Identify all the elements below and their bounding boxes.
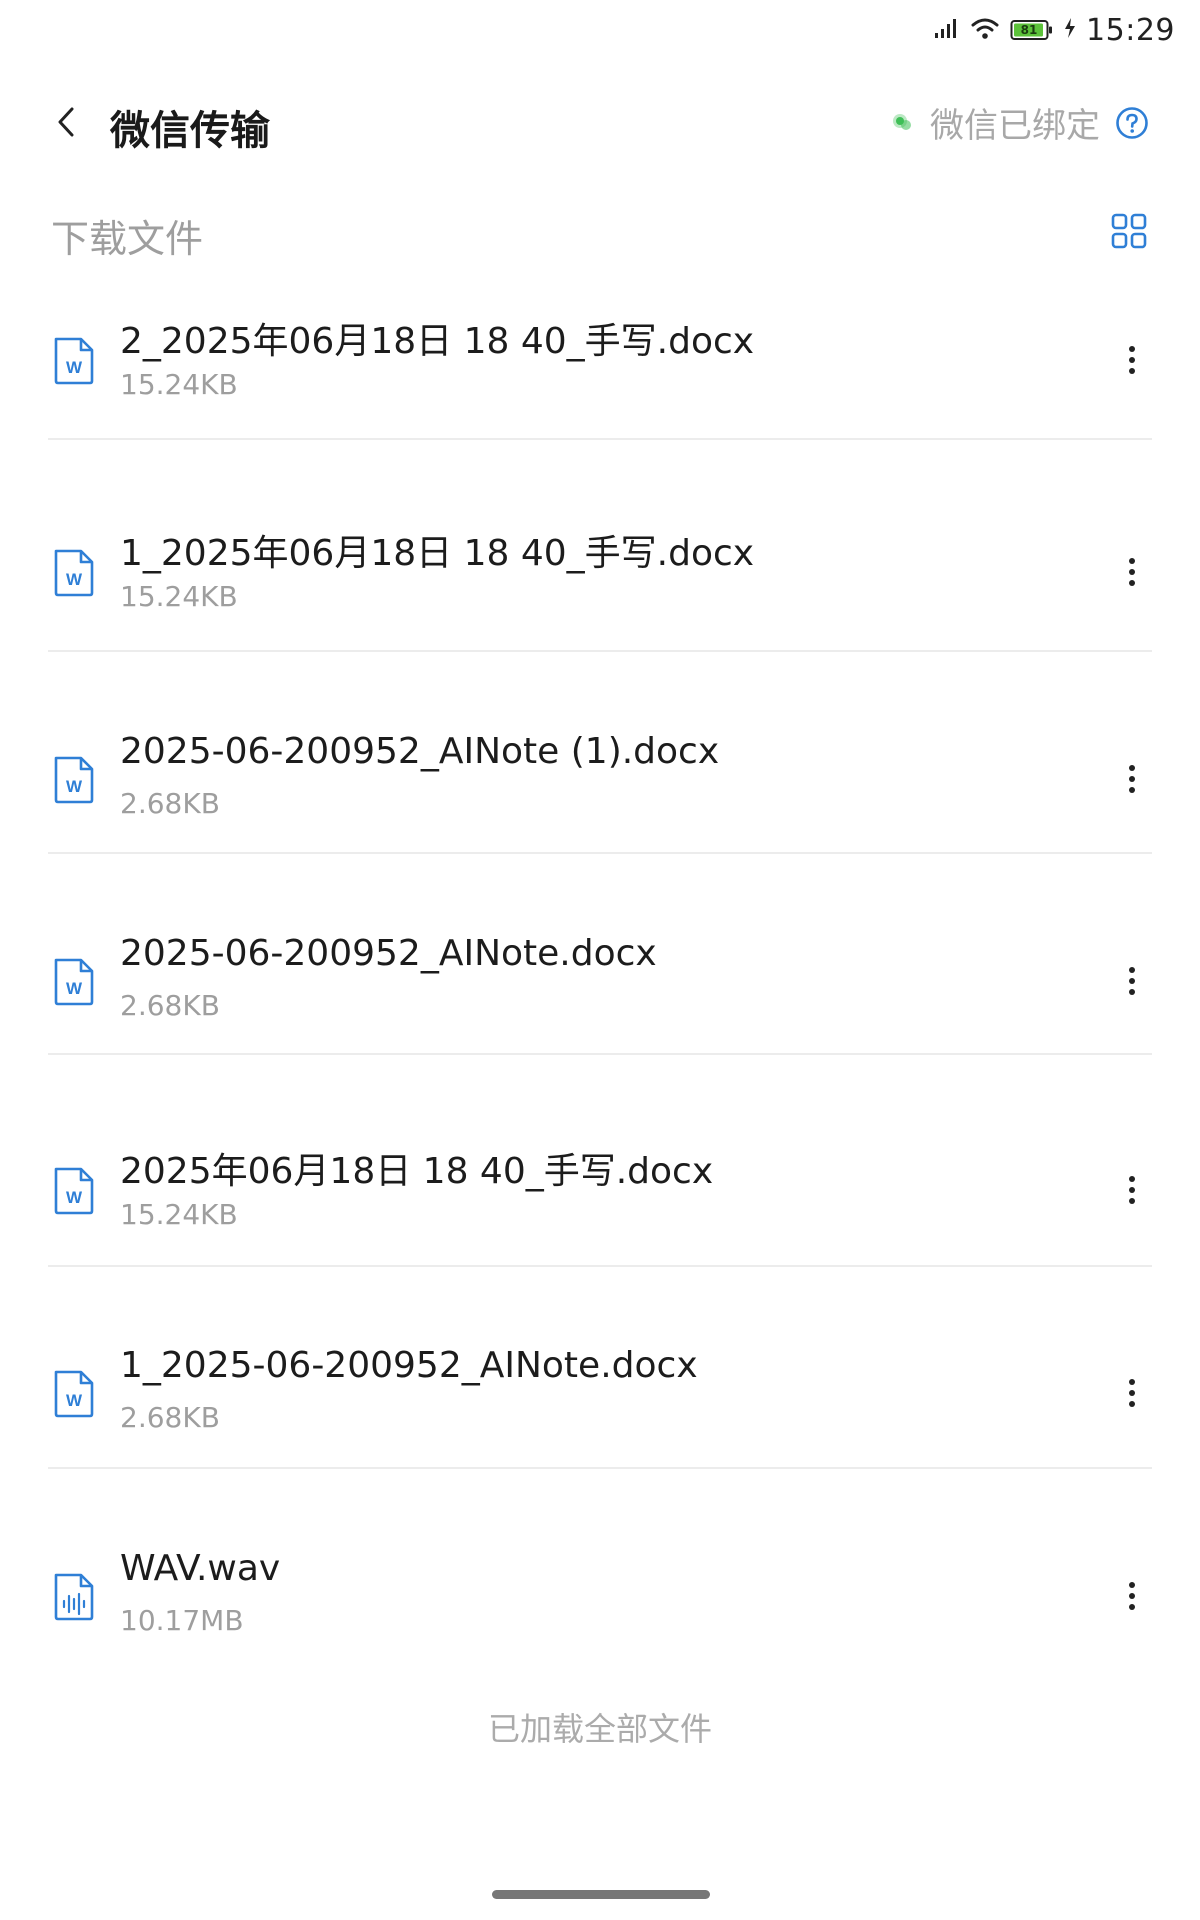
more-vertical-icon [1129,346,1135,374]
file-name: 1_2025-06-200952_AINote.docx [120,1345,698,1386]
file-size: 15.24KB [120,368,238,401]
file-name: WAV.wav [120,1548,281,1589]
more-options-button[interactable] [1112,330,1152,390]
wechat-bind-status[interactable]: 微信已绑定 [890,98,1150,147]
file-list-item[interactable]: W 1_2025-06-200952_AINote.docx 2.68KB [0,1339,1200,1459]
bind-status-label: 微信已绑定 [930,106,1100,146]
section-title: 下载文件 [51,217,204,261]
word-file-icon: W [52,548,96,598]
word-file-icon: W [52,336,96,386]
svg-text:W: W [66,1391,83,1410]
svg-text:W: W [66,570,83,589]
word-file-icon: W [52,1166,96,1216]
svg-text:W: W [66,1188,83,1207]
more-vertical-icon [1129,1379,1135,1407]
file-size: 15.24KB [120,1198,238,1231]
status-icons: 81 15:29 [934,12,1175,48]
grid-view-button[interactable] [1108,210,1150,252]
home-indicator[interactable] [492,1890,710,1899]
divider [48,852,1152,854]
file-size: 2.68KB [120,1401,220,1434]
file-name: 2025-06-200952_AINote (1).docx [120,731,720,772]
more-options-button[interactable] [1112,1566,1152,1626]
file-list-item[interactable]: W 2025年06月18日 18 40_手写.docx 15.24KB [0,1136,1200,1256]
more-options-button[interactable] [1112,951,1152,1011]
wechat-icon [890,110,916,136]
file-name: 2025年06月18日 18 40_手写.docx [120,1151,714,1192]
help-circle-icon [1116,106,1148,139]
more-vertical-icon [1129,558,1135,586]
all-files-loaded-note: 已加载全部文件 [487,1710,712,1748]
wifi-icon [970,16,1000,44]
file-list-item[interactable]: WAV.wav 10.17MB [0,1542,1200,1662]
more-vertical-icon [1129,1582,1135,1610]
file-name: 1_2025年06月18日 18 40_手写.docx [120,533,755,574]
file-size: 2.68KB [120,787,220,820]
back-button[interactable] [46,100,86,148]
battery-level: 81 [1020,23,1038,37]
file-list-item[interactable]: W 2025-06-200952_AINote.docx 2.68KB [0,927,1200,1047]
more-options-button[interactable] [1112,542,1152,602]
file-name: 2025-06-200952_AINote.docx [120,933,657,974]
divider [48,1265,1152,1267]
more-vertical-icon [1129,967,1135,995]
file-size: 10.17MB [120,1604,244,1637]
more-vertical-icon [1129,1176,1135,1204]
more-options-button[interactable] [1112,1160,1152,1220]
file-list-item[interactable]: W 1_2025年06月18日 18 40_手写.docx 15.24KB [0,518,1200,638]
wechat-transfer-screen: 81 15:29 微信传输 微信已绑定 下载文件 W 2_2025年06月18日… [0,0,1200,1920]
svg-text:W: W [66,358,83,377]
audio-file-icon [52,1572,96,1622]
help-button[interactable] [1114,105,1150,141]
svg-text:W: W [66,777,83,796]
divider [48,1053,1152,1055]
file-list-item[interactable]: W 2_2025年06月18日 18 40_手写.docx 15.24KB [0,306,1200,426]
file-name: 2_2025年06月18日 18 40_手写.docx [120,321,755,362]
more-options-button[interactable] [1112,1363,1152,1423]
chevron-left-icon [55,105,77,143]
divider [48,650,1152,652]
word-file-icon: W [52,1369,96,1419]
grid-view-icon [1111,213,1147,249]
svg-text:W: W [66,979,83,998]
battery-icon: 81 [1010,18,1054,42]
word-file-icon: W [52,957,96,1007]
status-bar: 81 15:29 [0,0,1200,62]
status-time: 15:29 [1086,12,1175,48]
page-title: 微信传输 [110,108,270,154]
divider [48,438,1152,440]
file-list-item[interactable]: W 2025-06-200952_AINote (1).docx 2.68KB [0,725,1200,845]
more-options-button[interactable] [1112,749,1152,809]
word-file-icon: W [52,755,96,805]
file-size: 15.24KB [120,580,238,613]
file-size: 2.68KB [120,989,220,1022]
section-header: 下载文件 [0,200,1200,270]
header: 微信传输 微信已绑定 [0,78,1200,170]
more-vertical-icon [1129,765,1135,793]
charging-icon [1064,17,1076,43]
divider [48,1467,1152,1469]
signal-icon [934,17,960,43]
